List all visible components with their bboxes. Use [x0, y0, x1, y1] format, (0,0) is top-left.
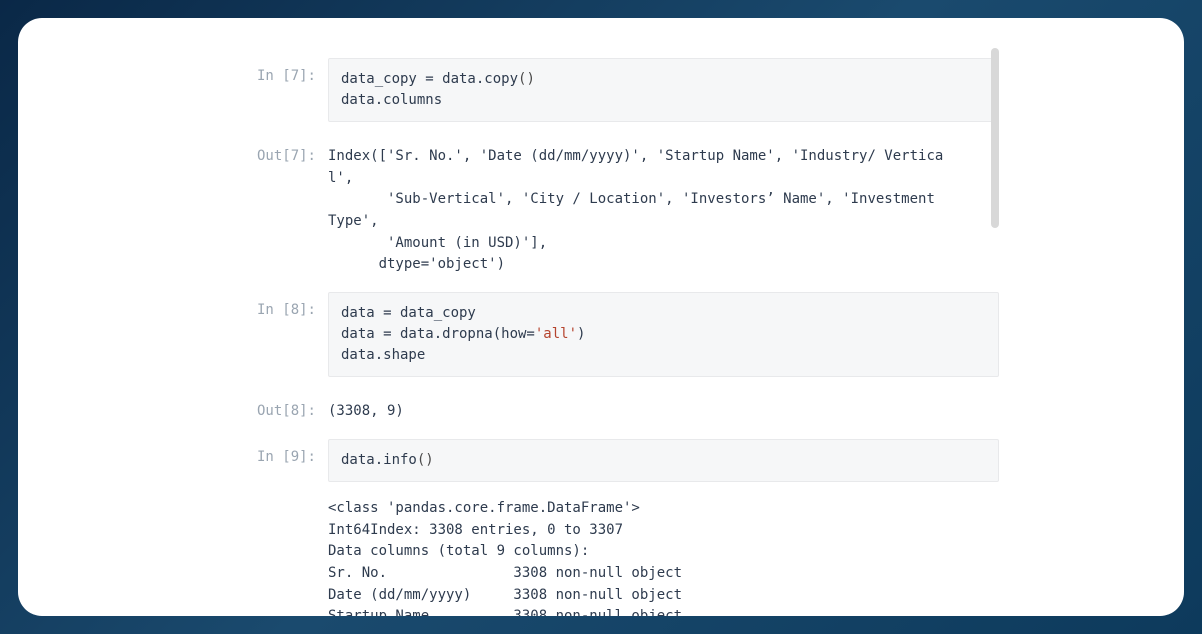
code-line: data.columns: [341, 92, 442, 108]
prompt-in-7: In [7]:: [218, 58, 328, 122]
cell-in-7: In [7]: data_copy = data.copy() data.col…: [218, 18, 999, 130]
notebook-container: In [7]: data_copy = data.copy() data.col…: [18, 18, 1184, 616]
code-line: data.info: [341, 452, 417, 468]
code-line: data_copy = data.copy: [341, 71, 518, 87]
code-line: data = data.dropna(how=: [341, 326, 535, 342]
code-input-8[interactable]: data = data_copy data = data.dropna(how=…: [328, 292, 999, 377]
notebook-content: In [7]: data_copy = data.copy() data.col…: [218, 18, 999, 616]
cell-in-9: In [9]: data.info(): [218, 431, 999, 490]
code-punct: (): [417, 452, 434, 468]
output-9: <class 'pandas.core.frame.DataFrame'> In…: [328, 490, 999, 616]
scrollbar-thumb[interactable]: [991, 48, 999, 228]
code-punct: ): [577, 326, 585, 342]
cell-out-7: Out[7]: Index(['Sr. No.', 'Date (dd/mm/y…: [218, 130, 999, 284]
code-input-9[interactable]: data.info(): [328, 439, 999, 482]
prompt-in-8: In [8]:: [218, 292, 328, 377]
prompt-out-8: Out[8]:: [218, 393, 328, 423]
cell-in-8: In [8]: data = data_copy data = data.dro…: [218, 284, 999, 385]
prompt-empty: [218, 490, 328, 616]
cell-stdout-9: <class 'pandas.core.frame.DataFrame'> In…: [218, 490, 999, 616]
prompt-in-9: In [9]:: [218, 439, 328, 482]
code-string: 'all': [535, 326, 577, 342]
output-7: Index(['Sr. No.', 'Date (dd/mm/yyyy)', '…: [328, 138, 999, 276]
code-punct: (): [518, 71, 535, 87]
prompt-out-7: Out[7]:: [218, 138, 328, 276]
code-input-7[interactable]: data_copy = data.copy() data.columns: [328, 58, 999, 122]
code-line: data = data_copy: [341, 305, 476, 321]
output-8: (3308, 9): [328, 393, 999, 423]
code-line: data.shape: [341, 347, 425, 363]
cell-out-8: Out[8]: (3308, 9): [218, 385, 999, 431]
